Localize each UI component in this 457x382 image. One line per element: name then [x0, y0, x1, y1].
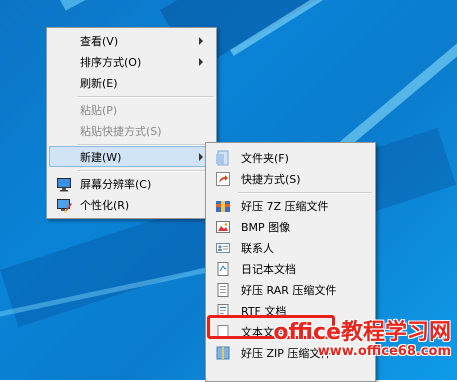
- submenu-item-contact[interactable]: 联系人: [208, 237, 373, 258]
- submenu-item-rar-archive[interactable]: 好压 RAR 压缩文件: [208, 279, 373, 300]
- menu-item-label: 个性化(R): [80, 198, 130, 212]
- shortcut-icon: [216, 172, 230, 186]
- contact-icon: [216, 243, 230, 253]
- submenu-item-folder[interactable]: 文件夹(F): [208, 147, 373, 168]
- menu-separator: [77, 96, 213, 98]
- archive-7z-icon: [216, 201, 230, 212]
- menu-item-label: 快捷方式(S): [241, 172, 301, 186]
- menu-separator: [238, 192, 372, 194]
- menu-item-label: 排序方式(O): [80, 55, 142, 69]
- submenu-item-shortcut[interactable]: 快捷方式(S): [208, 168, 373, 189]
- watermark-url: www.office68.com: [317, 344, 451, 359]
- folder-icon: [216, 150, 229, 166]
- menu-item-paste-shortcut[interactable]: 粘贴快捷方式(S): [49, 120, 214, 141]
- menu-item-label: 屏幕分辨率(C): [80, 177, 152, 191]
- menu-item-sort-by[interactable]: 排序方式(O): [49, 51, 214, 72]
- personalize-icon: [57, 199, 72, 213]
- monitor-icon: [57, 178, 71, 192]
- submenu-item-7z-archive[interactable]: 好压 7Z 压缩文件: [208, 195, 373, 216]
- menu-item-label: 日记本文档: [241, 262, 296, 276]
- submenu-arrow-icon: [199, 58, 203, 66]
- menu-item-label: 好压 7Z 压缩文件: [241, 199, 329, 213]
- archive-rar-icon: [217, 283, 229, 297]
- menu-separator: [77, 170, 213, 172]
- menu-item-label: 刷新(E): [80, 76, 118, 90]
- archive-zip-icon: [216, 346, 230, 360]
- menu-item-refresh[interactable]: 刷新(E): [49, 72, 214, 93]
- menu-item-new[interactable]: 新建(W): [49, 146, 214, 167]
- menu-item-label: 查看(V): [80, 34, 119, 48]
- submenu-arrow-icon: [199, 37, 203, 45]
- menu-item-view[interactable]: 查看(V): [49, 30, 214, 51]
- watermark: office教程学习网 www.office68.com: [251, 314, 451, 374]
- bmp-image-icon: [216, 221, 230, 233]
- menu-item-label: 粘贴快捷方式(S): [80, 124, 162, 138]
- menu-item-label: 好压 RAR 压缩文件: [241, 283, 337, 297]
- menu-item-paste[interactable]: 粘贴(P): [49, 99, 214, 120]
- menu-item-personalize[interactable]: 个性化(R): [49, 194, 214, 215]
- submenu-item-bmp-image[interactable]: BMP 图像: [208, 216, 373, 237]
- menu-item-label: 新建(W): [80, 150, 122, 164]
- journal-icon: [217, 262, 229, 276]
- menu-item-screen-resolution[interactable]: 屏幕分辨率(C): [49, 173, 214, 194]
- menu-item-label: 文件夹(F): [241, 151, 289, 165]
- watermark-title: office教程学习网: [273, 320, 451, 345]
- menu-item-label: 联系人: [241, 241, 274, 255]
- submenu-arrow-icon: [199, 153, 203, 161]
- menu-item-label: 粘贴(P): [80, 103, 118, 117]
- desktop-context-menu: 查看(V) 排序方式(O) 刷新(E) 粘贴(P) 粘贴快捷方式(S) 新建(W…: [46, 27, 217, 219]
- menu-item-label: BMP 图像: [241, 220, 291, 234]
- submenu-item-journal[interactable]: 日记本文档: [208, 258, 373, 279]
